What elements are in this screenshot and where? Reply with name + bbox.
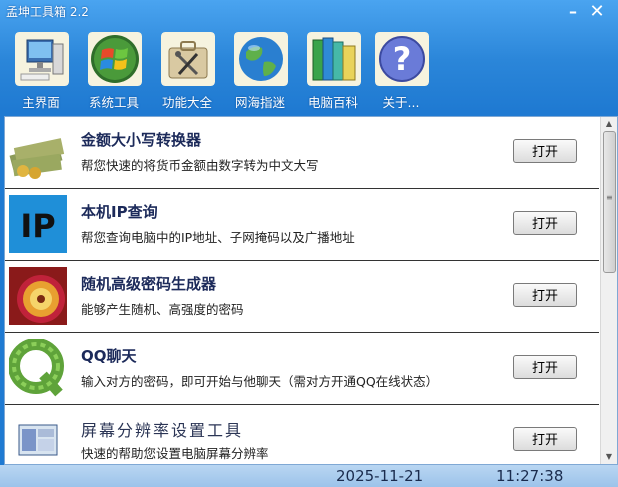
- svg-text:IP: IP: [20, 207, 55, 245]
- item-title: 随机高级密码生成器: [81, 275, 217, 293]
- status-time: 11:27:38: [496, 467, 564, 485]
- close-button[interactable]: ✕: [586, 2, 608, 22]
- status-date: 2025-11-21: [336, 467, 424, 485]
- item-title: 本机IP查询: [81, 203, 158, 221]
- toolbar-label: 功能大全: [161, 95, 212, 110]
- computer-icon: [15, 32, 69, 86]
- scroll-grip-icon: ≡: [606, 193, 613, 202]
- tool-list-panel: 金额大小写转换器 帮您快速的将货币金额由数字转为中文大写 打开 IP 本机IP查…: [4, 116, 618, 465]
- item-description: 帮您查询电脑中的IP地址、子网掩码以及广播地址: [81, 230, 355, 245]
- safe-dial-icon: [9, 267, 67, 325]
- item-title: QQ聊天: [81, 347, 137, 365]
- app-window: 孟坤工具箱 2.2 – ✕ 主界面 系统工具 功能大全 网海指迷 电脑百科 ? …: [0, 0, 618, 487]
- open-button[interactable]: 打开: [513, 355, 577, 379]
- list-item: 屏幕分辨率设置工具 快速的帮助您设置电脑屏幕分辨率 打开: [5, 405, 599, 464]
- money-icon: [9, 138, 65, 179]
- item-description: 能够产生随机、高强度的密码: [81, 302, 244, 317]
- toolbox-icon: [161, 32, 215, 86]
- item-description: 帮您快速的将货币金额由数字转为中文大写: [81, 158, 319, 173]
- books-icon: [307, 32, 361, 86]
- list-item: 金额大小写转换器 帮您快速的将货币金额由数字转为中文大写 打开: [5, 117, 599, 189]
- toolbar-label: 关于...: [382, 95, 420, 110]
- toolbar-label: 主界面: [22, 95, 60, 110]
- toolbar-home-button[interactable]: 主界面: [6, 30, 76, 110]
- toolbar-pc-encyclopedia-button[interactable]: 电脑百科: [298, 30, 368, 110]
- toolbar-system-tools-button[interactable]: 系统工具: [79, 30, 149, 110]
- windows-logo-icon: [88, 32, 142, 86]
- window-title: 孟坤工具箱 2.2: [6, 5, 89, 19]
- title-bar[interactable]: 孟坤工具箱 2.2 – ✕: [0, 0, 618, 26]
- scroll-thumb[interactable]: ≡: [603, 131, 616, 273]
- scroll-up-arrow-icon[interactable]: ▲: [601, 117, 617, 131]
- toolbar-label: 电脑百科: [307, 95, 358, 110]
- open-button[interactable]: 打开: [513, 427, 577, 451]
- open-button[interactable]: 打开: [513, 139, 577, 163]
- item-description: 快速的帮助您设置电脑屏幕分辨率: [81, 446, 269, 461]
- toolbar-label: 网海指迷: [234, 95, 285, 110]
- open-button[interactable]: 打开: [513, 211, 577, 235]
- ip-icon: IP: [9, 195, 67, 253]
- vertical-scrollbar[interactable]: ▲ ≡ ▼: [600, 117, 617, 464]
- item-title: 屏幕分辨率设置工具: [81, 421, 244, 440]
- toolbar-label: 系统工具: [88, 95, 139, 110]
- item-title: 金额大小写转换器: [81, 131, 202, 149]
- question-icon: ?: [375, 32, 429, 86]
- minimize-button[interactable]: –: [562, 2, 584, 22]
- screen-settings-icon: [18, 424, 58, 456]
- toolbar-features-button[interactable]: 功能大全: [152, 30, 222, 110]
- list-item: QQ聊天 输入对方的密码，即可开始与他聊天（需对方开通QQ在线状态） 打开: [5, 333, 599, 405]
- tool-list: 金额大小写转换器 帮您快速的将货币金额由数字转为中文大写 打开 IP 本机IP查…: [5, 117, 599, 464]
- item-description: 输入对方的密码，即可开始与他聊天（需对方开通QQ在线状态）: [81, 374, 439, 389]
- list-item: IP 本机IP查询 帮您查询电脑中的IP地址、子网掩码以及广播地址 打开: [5, 189, 599, 261]
- open-button[interactable]: 打开: [513, 283, 577, 307]
- svg-text:?: ?: [393, 40, 412, 78]
- main-toolbar: 主界面 系统工具 功能大全 网海指迷 电脑百科 ? 关于...: [0, 26, 618, 112]
- status-bar: 2025-11-21 11:27:38: [0, 465, 618, 487]
- list-item: 随机高级密码生成器 能够产生随机、高强度的密码 打开: [5, 261, 599, 333]
- toolbar-about-button[interactable]: ? 关于...: [366, 30, 436, 110]
- leaf-q-icon: [9, 339, 64, 397]
- toolbar-web-guide-button[interactable]: 网海指迷: [225, 30, 295, 110]
- globe-icon: [234, 32, 288, 86]
- scroll-down-arrow-icon[interactable]: ▼: [601, 450, 617, 464]
